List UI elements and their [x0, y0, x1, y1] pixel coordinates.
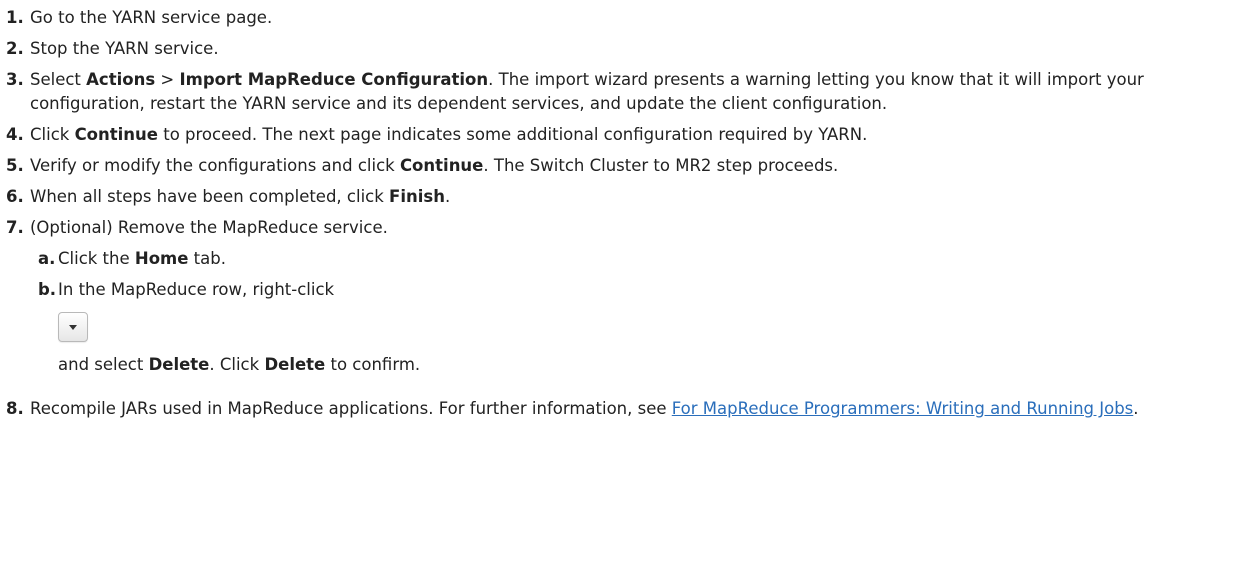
home-tab-label: Home [134, 249, 189, 268]
step-text-pre: When all steps have been completed, clic… [30, 187, 390, 206]
step-text-post: . The Switch Cluster to MR2 step proceed… [483, 156, 839, 175]
dropdown-button[interactable] [58, 312, 88, 342]
step-number: 5. [6, 156, 24, 175]
step-1: 1. Go to the YARN service page. [6, 6, 1259, 30]
finish-label: Finish [389, 187, 445, 206]
step-number: 1. [6, 8, 24, 27]
substep-text-pre: Click the [58, 249, 135, 268]
import-menu-item-label: Import MapReduce Configuration [179, 70, 489, 89]
delete-label: Delete [148, 355, 210, 374]
delete-confirm-label: Delete [264, 355, 326, 374]
step-text-pre: Verify or modify the configurations and … [30, 156, 400, 175]
step-number: 7. [6, 218, 24, 237]
substep-a: a. Click the Home tab. [38, 247, 1259, 271]
step-number: 2. [6, 39, 24, 58]
menu-separator: > [155, 70, 180, 89]
mapreduce-programmers-link[interactable]: For MapReduce Programmers: Writing and R… [672, 399, 1134, 418]
step-text-pre: Recompile JARs used in MapReduce applica… [30, 399, 672, 418]
step-text-pre: Select [30, 70, 87, 89]
substep-text-after: and select [58, 355, 149, 374]
step-text-post: to proceed. The next page indicates some… [157, 125, 868, 144]
step-2: 2. Stop the YARN service. [6, 37, 1259, 61]
step-8: 8. Recompile JARs used in MapReduce appl… [6, 397, 1259, 421]
step-6: 6. When all steps have been completed, c… [6, 185, 1259, 209]
substep-text-post: to confirm. [325, 355, 421, 374]
step-text-post: . [444, 187, 451, 206]
step-text: Go to the YARN service page. [30, 8, 273, 27]
substep-text-pre: In the MapReduce row, right-click [58, 280, 335, 299]
actions-menu-label: Actions [86, 70, 156, 89]
continue-label: Continue [74, 125, 158, 144]
substep-b: b. In the MapReduce row, right-click and… [38, 278, 1259, 377]
substep-number: a. [38, 249, 56, 268]
step-3: 3. Select Actions > Import MapReduce Con… [6, 68, 1259, 116]
step-7: 7. (Optional) Remove the MapReduce servi… [6, 216, 1259, 377]
step-4: 4. Click Continue to proceed. The next p… [6, 123, 1259, 147]
step-number: 4. [6, 125, 24, 144]
step-text: (Optional) Remove the MapReduce service. [30, 218, 388, 237]
step-number: 8. [6, 399, 24, 418]
substep-text-mid: . Click [209, 355, 265, 374]
step-text-post: . [1133, 399, 1139, 418]
substep-text-post: tab. [188, 249, 226, 268]
step-text-pre: Click [30, 125, 75, 144]
substeps: a. Click the Home tab. b. In the MapRedu… [38, 247, 1259, 377]
step-number: 6. [6, 187, 24, 206]
chevron-down-icon [69, 325, 77, 330]
substep-number: b. [38, 280, 57, 299]
step-number: 3. [6, 70, 24, 89]
instructions-list: 1. Go to the YARN service page. 2. Stop … [0, 0, 1259, 421]
step-text: Stop the YARN service. [30, 39, 219, 58]
continue-label: Continue [399, 156, 484, 175]
step-5: 5. Verify or modify the configurations a… [6, 154, 1259, 178]
